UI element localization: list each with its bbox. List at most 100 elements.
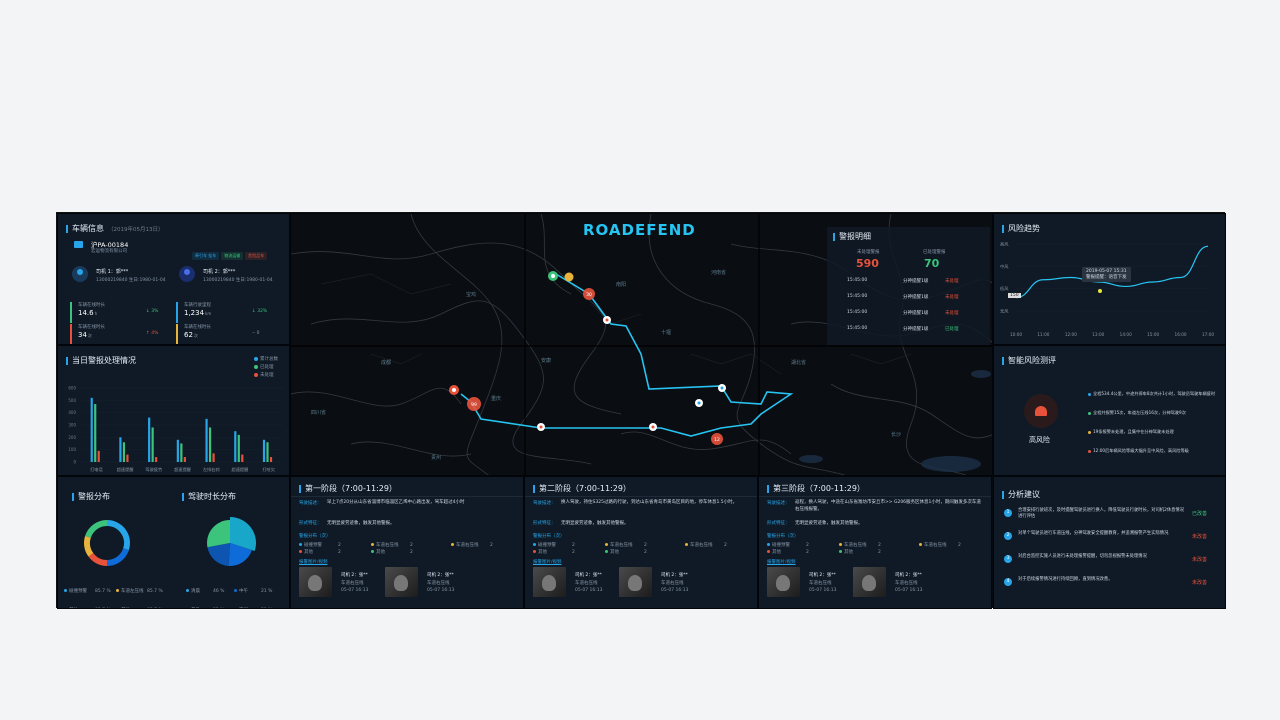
alarm-row[interactable]: 15:45:00 分神提醒1级 未处理 bbox=[847, 278, 987, 288]
legend-label: 中午 bbox=[239, 589, 248, 594]
feature-text: 无明显疲劳迹象，触发其他警报。 bbox=[795, 521, 863, 526]
alarm-snapshot[interactable] bbox=[533, 567, 566, 597]
trend-point[interactable] bbox=[1098, 289, 1102, 293]
bar[interactable] bbox=[90, 397, 93, 462]
bar[interactable] bbox=[151, 427, 154, 462]
alarm-row[interactable]: 15:45:00 分神提醒1级 未处理 bbox=[847, 294, 987, 304]
bar[interactable] bbox=[122, 442, 126, 462]
x-tick: 17:00 bbox=[1202, 332, 1214, 337]
vehicle-info-panel: 车辆信息 （2019年05月13日） 沪PA-00184 宏运物流有限公司 牵引车… bbox=[57, 213, 290, 345]
dist-item: 车道右压线 2 bbox=[839, 542, 907, 548]
map-label: 河南省 bbox=[711, 269, 726, 276]
dist-value: 2 bbox=[644, 550, 647, 555]
bar[interactable] bbox=[262, 439, 266, 462]
dist-item: 其他 2 bbox=[839, 549, 907, 555]
face-shape bbox=[862, 575, 876, 591]
dist-dot bbox=[451, 543, 454, 546]
legend-label: 其他 bbox=[121, 607, 147, 608]
bar[interactable] bbox=[266, 442, 269, 462]
divider bbox=[291, 496, 523, 497]
dist-dot bbox=[685, 543, 688, 546]
snap-time: 05-07 16:13 bbox=[895, 588, 923, 593]
alarm-snapshot[interactable] bbox=[299, 567, 332, 597]
legend-item: 清晨 46 % bbox=[186, 588, 234, 594]
y-tick: 100 bbox=[68, 447, 76, 452]
legend-label: 清晨 bbox=[191, 589, 200, 594]
desc-label: 驾驶描述： bbox=[533, 501, 556, 506]
map-marker-30[interactable]: 30 bbox=[583, 288, 595, 300]
advice-status: 已改善 bbox=[1192, 511, 1208, 517]
route-line bbox=[460, 273, 794, 437]
dist-item: 其他 2 bbox=[299, 549, 367, 555]
dist-item: 车道右压线 2 bbox=[605, 542, 673, 548]
alarm-snapshot[interactable] bbox=[619, 567, 652, 597]
stat-label: 车辆在线时长 bbox=[184, 325, 211, 330]
alarm-row[interactable]: 15:45:00 分神提醒1级 未处理 bbox=[847, 310, 987, 320]
map-marker-99[interactable]: 99 bbox=[467, 397, 481, 411]
dist-value: 2 bbox=[572, 550, 575, 555]
desc-label: 驾驶描述： bbox=[299, 501, 322, 506]
vehicle-stat: 车辆在线时长 34次 ↑ 4% bbox=[70, 324, 174, 344]
pie-slice[interactable] bbox=[88, 552, 108, 566]
bar[interactable] bbox=[119, 437, 122, 462]
driver1-name: 司机 1：郭*** bbox=[96, 269, 129, 275]
risk-trend-panel: 风险趋势 高风 中风 低风 无风 10:00 11:00 12:00 13:00 14:00 15… bbox=[993, 213, 1226, 345]
dist-item: 其他 2 bbox=[767, 549, 835, 555]
pie-slice[interactable] bbox=[207, 520, 230, 548]
bar[interactable] bbox=[269, 457, 273, 462]
bar[interactable] bbox=[155, 457, 158, 462]
pie-slice[interactable] bbox=[106, 520, 130, 551]
eval-item: 19条报警未处理，且集中在分神驾驶未处理 bbox=[1088, 429, 1220, 435]
title-bar bbox=[533, 484, 535, 493]
eval-dot bbox=[1088, 449, 1091, 453]
dist-value: 2 bbox=[644, 543, 647, 548]
stat-label: 车辆在线时长 bbox=[78, 303, 105, 308]
map-marker-12[interactable]: 12 bbox=[711, 433, 723, 445]
driver2-name: 司机 2：郭*** bbox=[203, 269, 236, 275]
divider bbox=[525, 496, 757, 497]
dist-label-text: 其他 bbox=[610, 550, 619, 555]
trend-badge: 150 bbox=[1008, 293, 1021, 298]
bar[interactable] bbox=[208, 427, 212, 462]
legend-dot bbox=[64, 589, 67, 592]
snap-driver: 司机 2：张** bbox=[427, 573, 454, 578]
bar[interactable] bbox=[205, 418, 208, 462]
bar[interactable] bbox=[237, 434, 240, 462]
advice-num: 1 bbox=[1004, 509, 1012, 517]
legend-value: 32 % bbox=[213, 608, 224, 609]
bar[interactable] bbox=[180, 443, 183, 463]
bar[interactable] bbox=[94, 404, 97, 462]
alarm-time: 15:45:00 bbox=[847, 326, 868, 331]
legend-value: 21 % bbox=[261, 589, 273, 594]
alarm-snapshot[interactable] bbox=[385, 567, 418, 597]
bar[interactable] bbox=[97, 450, 100, 462]
desc-text: 早上7点20分从山东省淄博市临淄区乙烯中心路出发，驾车超过4小时 bbox=[327, 500, 465, 505]
alarm-chart-panel: 当日警报处理情况 累计总数 已处理 未处理 600 500 400 300 200 100 0 打… bbox=[57, 345, 290, 476]
x-tick: 超速提醒 bbox=[117, 466, 135, 473]
snap-driver: 司机 2：张** bbox=[341, 573, 368, 578]
stat-number: 14.6 bbox=[78, 309, 94, 317]
desc-text: 换人驾驶，持住S325过路的行驶，到达山东省青岛市黄岛区目的地，停车休息1.5小… bbox=[561, 500, 738, 505]
bar[interactable] bbox=[234, 431, 237, 462]
alarm-row[interactable]: 15:45:00 分神提醒1级 已处理 bbox=[847, 326, 987, 336]
pie-slice[interactable] bbox=[85, 520, 108, 538]
dist-value: 2 bbox=[958, 543, 961, 548]
bar[interactable] bbox=[212, 453, 215, 462]
bar[interactable] bbox=[176, 439, 179, 462]
processed-value: 70 bbox=[924, 257, 940, 270]
pie-slice[interactable] bbox=[84, 535, 94, 557]
bar[interactable] bbox=[241, 454, 244, 462]
pie-slice[interactable] bbox=[106, 548, 129, 566]
dist-dot bbox=[533, 550, 536, 553]
bar[interactable] bbox=[126, 454, 129, 462]
bar[interactable] bbox=[183, 457, 186, 462]
alarm-snapshot[interactable] bbox=[767, 567, 800, 597]
alarm-snapshot[interactable] bbox=[853, 567, 886, 597]
tooltip-text: 警报提醒：语音下发 bbox=[1086, 275, 1127, 280]
snap-time: 05-07 16:13 bbox=[809, 588, 837, 593]
snap-driver: 司机 2：张** bbox=[661, 573, 688, 578]
dashboard-wall: 南阳 河南省 安康 宝鸡 湖北省 十堰 重庆 成都 长沙 四川省 贵州 30 9… bbox=[56, 212, 1226, 609]
bar[interactable] bbox=[148, 417, 151, 462]
stat-unit: h bbox=[94, 311, 98, 316]
dist-value: 2 bbox=[572, 543, 575, 548]
